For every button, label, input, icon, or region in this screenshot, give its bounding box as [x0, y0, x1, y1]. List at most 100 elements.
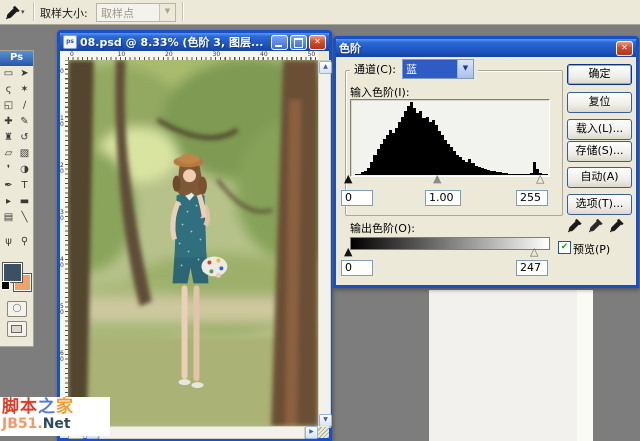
maximize-button[interactable]: [290, 35, 307, 50]
ruler-number: 50: [60, 304, 65, 316]
watermark-text: 家: [56, 397, 74, 417]
zoom-tool[interactable]: ⚲: [17, 234, 33, 250]
history-brush-tool[interactable]: ↺: [17, 130, 33, 146]
ruler-number: 10: [60, 116, 65, 128]
eyedropper-tool[interactable]: ╲: [17, 210, 33, 226]
foreground-color-swatch[interactable]: [3, 263, 22, 282]
sample-size-label: 取样大小:: [40, 5, 88, 21]
ruler-number: 40: [60, 257, 65, 269]
watermark-text: Net: [43, 416, 71, 432]
histogram-bar: [545, 174, 548, 175]
crop-tool[interactable]: ◱: [1, 98, 17, 114]
dropdown-arrow-icon: ▼: [159, 4, 175, 21]
caret-down-icon: ▾: [21, 8, 25, 16]
close-button[interactable]: ✕: [309, 35, 326, 50]
channel-label: 通道(C):: [354, 61, 396, 77]
window-resize-grip[interactable]: [318, 427, 329, 438]
input-gamma-field[interactable]: 1.00: [425, 190, 461, 206]
toolbar-tools: ▭➤ς✶◱∕✚✎♜↺▱▧❜◑✒T▸▬▤╲ψ⚲: [0, 66, 33, 250]
black-point-eyedropper[interactable]: [568, 217, 583, 233]
load-button[interactable]: 载入(L)...: [567, 119, 632, 140]
tool-palette: Ps ▭➤ς✶◱∕✚✎♜↺▱▧❜◑✒T▸▬▤╲ψ⚲ ◯: [0, 50, 34, 347]
preview-label: 预览(P): [573, 241, 610, 257]
histogram-bars: [352, 102, 548, 175]
psd-file-icon: ps: [63, 35, 77, 49]
reset-button[interactable]: 复位: [567, 92, 632, 113]
options-bar: ▾ 取样大小: 取样点 ▼: [0, 0, 640, 25]
shape-tool[interactable]: ▬: [17, 194, 33, 210]
slice-tool[interactable]: ∕: [17, 98, 33, 114]
watermark-text: 之: [38, 397, 56, 417]
ruler-number: 60: [60, 351, 65, 363]
screen-mode-button[interactable]: [7, 321, 27, 337]
healing-brush-tool[interactable]: ✚: [1, 114, 17, 130]
lasso-tool[interactable]: ς: [1, 82, 17, 98]
save-button[interactable]: 存储(S)...: [567, 141, 632, 162]
sample-size-dropdown[interactable]: 取样点 ▼: [96, 3, 176, 22]
options-button[interactable]: 选项(T)...: [567, 194, 632, 215]
input-highlight-field[interactable]: 255: [516, 190, 548, 206]
channel-selected-value: 蓝: [403, 60, 457, 78]
notes-tool[interactable]: ▤: [1, 210, 17, 226]
minimize-button[interactable]: [271, 35, 288, 50]
eraser-tool[interactable]: ▱: [1, 146, 17, 162]
output-shadow-slider[interactable]: ▲: [344, 247, 352, 257]
pen-tool[interactable]: ✒: [1, 178, 17, 194]
color-swatches: [3, 263, 31, 293]
horizontal-scrollbar[interactable]: [99, 426, 305, 439]
histogram: [350, 99, 550, 177]
blur-tool[interactable]: ❜: [1, 162, 17, 178]
ps-logo[interactable]: Ps: [0, 51, 33, 66]
scroll-right-button[interactable]: ▶: [305, 426, 318, 439]
auto-button[interactable]: 自动(A): [567, 167, 632, 188]
output-levels-label: 输出色阶(O):: [350, 220, 415, 236]
type-tool[interactable]: T: [17, 178, 33, 194]
brush-tool[interactable]: ✎: [17, 114, 33, 130]
default-colors-icon[interactable]: [1, 281, 10, 290]
gradient-tool[interactable]: ▧: [17, 146, 33, 162]
watermark-text: 脚本: [2, 397, 38, 417]
output-highlight-field[interactable]: 247: [516, 260, 548, 276]
ruler-number: 40: [260, 51, 268, 58]
output-shadow-field[interactable]: 0: [341, 260, 373, 276]
watermark-text: JB51.: [2, 416, 43, 432]
move-tool[interactable]: ➤: [17, 66, 33, 82]
input-levels-label: 输入色阶(I):: [350, 84, 410, 100]
photo-canvas[interactable]: [68, 60, 318, 426]
preview-checkbox[interactable]: ✔: [558, 241, 571, 254]
clone-stamp-tool[interactable]: ♜: [1, 130, 17, 146]
output-gradient-bar: [350, 237, 550, 250]
eyedropper-icon: [6, 4, 21, 20]
input-midtone-slider[interactable]: ▲: [433, 174, 441, 184]
ruler-number: 20: [60, 163, 65, 175]
levels-dialog-titlebar[interactable]: 色阶 ✕: [336, 39, 636, 57]
input-highlight-slider[interactable]: △: [536, 174, 544, 184]
site-watermark: 脚本之家 JB51.Net: [0, 397, 110, 436]
levels-close-button[interactable]: ✕: [616, 41, 633, 56]
white-point-eyedropper[interactable]: [610, 217, 625, 233]
output-highlight-slider[interactable]: △: [530, 247, 538, 257]
channel-row: 通道(C): 蓝 ▼: [350, 60, 478, 78]
photoshop-window: ▾ 取样大小: 取样点 ▼ Ps ▭➤ς✶◱∕✚✎♜↺▱▧❜◑✒T▸▬▤╲ψ⚲ …: [0, 0, 640, 441]
levels-dialog-title: 色阶: [339, 40, 614, 56]
hand-tool[interactable]: ψ: [1, 234, 17, 250]
document-title: 08.psd @ 8.33% (色阶 3, 图层...: [80, 34, 269, 50]
input-shadow-slider[interactable]: ▲: [344, 174, 352, 184]
path-selection-tool[interactable]: ▸: [1, 194, 17, 210]
ruler-number: 30: [60, 210, 65, 222]
eyedropper-tool-preset[interactable]: ▾: [6, 3, 32, 21]
ok-button[interactable]: 确定: [567, 64, 632, 85]
ruler-number: 0: [60, 69, 65, 75]
scroll-up-button[interactable]: ▲: [319, 61, 332, 74]
photo-illustration: [68, 60, 318, 426]
rectangular-marquee-tool[interactable]: ▭: [1, 66, 17, 82]
channel-dropdown[interactable]: 蓝 ▼: [402, 59, 474, 79]
document-titlebar[interactable]: ps 08.psd @ 8.33% (色阶 3, 图层... ✕: [60, 33, 329, 51]
quick-mask-button[interactable]: ◯: [7, 301, 27, 317]
vertical-scrollbar[interactable]: ▲ ▼: [318, 60, 331, 428]
separator: [182, 2, 184, 21]
magic-wand-tool[interactable]: ✶: [17, 82, 33, 98]
input-shadow-field[interactable]: 0: [341, 190, 373, 206]
dodge-tool[interactable]: ◑: [17, 162, 33, 178]
gray-point-eyedropper[interactable]: [589, 217, 604, 233]
